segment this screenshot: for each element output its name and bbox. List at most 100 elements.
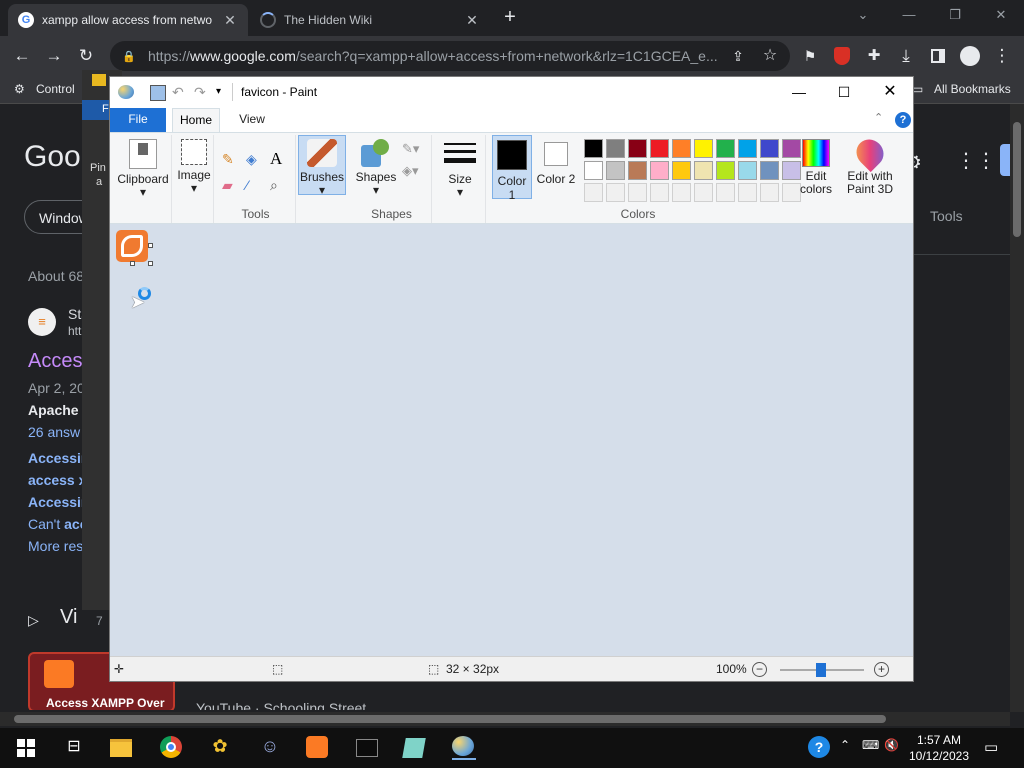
palette-swatch[interactable]: [760, 139, 779, 158]
palette-swatch[interactable]: [672, 139, 691, 158]
all-bookmarks[interactable]: All Bookmarks: [934, 82, 1011, 96]
terminal-icon[interactable]: [356, 736, 380, 760]
image-button[interactable]: Image ▾: [174, 139, 214, 195]
text-icon[interactable]: A: [270, 149, 288, 168]
shield-extension-icon[interactable]: [830, 44, 854, 68]
fill-icon[interactable]: ◈▾: [402, 163, 420, 181]
custom-color-slot[interactable]: [584, 183, 603, 202]
related-link-2[interactable]: access x: [28, 472, 86, 488]
tab-home[interactable]: Home: [172, 108, 220, 132]
tab-google-search[interactable]: G xampp allow access from netwo ✕: [8, 4, 248, 36]
eraser-icon[interactable]: ▰: [222, 177, 240, 195]
palette-swatch[interactable]: [584, 161, 603, 180]
custom-color-slot[interactable]: [606, 183, 625, 202]
app-bee-icon[interactable]: ✿: [208, 736, 232, 760]
file-explorer-icon[interactable]: [110, 736, 134, 760]
clipboard-button[interactable]: Clipboard ▾: [116, 139, 170, 199]
palette-swatch[interactable]: [628, 161, 647, 180]
custom-color-slot[interactable]: [760, 183, 779, 202]
palette-swatch[interactable]: [606, 161, 625, 180]
edit-with-paint3d-button[interactable]: Edit with Paint 3D: [844, 133, 896, 196]
restore-button[interactable]: ❐: [940, 4, 970, 26]
new-tab-button[interactable]: +: [498, 6, 522, 30]
xampp-taskbar-icon[interactable]: [306, 736, 330, 760]
profile-avatar-icon[interactable]: [958, 44, 982, 68]
share-icon[interactable]: ⇪: [726, 44, 750, 68]
page-vertical-scrollbar[interactable]: [1010, 104, 1024, 712]
back-button[interactable]: ←: [10, 44, 34, 68]
paint-taskbar-icon[interactable]: [452, 736, 476, 760]
palette-swatch[interactable]: [694, 139, 713, 158]
image-canvas[interactable]: [116, 230, 148, 262]
outline-icon[interactable]: ✎▾: [402, 141, 420, 159]
system-clock[interactable]: 1:57 AM 10/12/2023: [902, 732, 976, 764]
size-button[interactable]: Size ▾: [438, 139, 482, 199]
close-window-button[interactable]: ✕: [986, 4, 1016, 26]
custom-color-slot[interactable]: [672, 183, 691, 202]
custom-color-slot[interactable]: [716, 183, 735, 202]
edit-colors-button[interactable]: Edit colors: [798, 139, 834, 196]
custom-color-slot[interactable]: [694, 183, 713, 202]
close-tab-icon[interactable]: ✕: [222, 12, 238, 29]
pencil-icon[interactable]: ✎: [222, 151, 240, 169]
network-icon[interactable]: ⌨: [862, 738, 879, 752]
more-results-link[interactable]: More res: [28, 538, 83, 554]
app-character-icon[interactable]: ☺: [258, 736, 282, 760]
palette-swatch[interactable]: [716, 161, 735, 180]
custom-color-slot[interactable]: [738, 183, 757, 202]
answers-link[interactable]: 26 answ: [28, 424, 80, 440]
palette-swatch[interactable]: [650, 139, 669, 158]
paint-close-button[interactable]: ✕: [873, 81, 907, 103]
custom-color-slot[interactable]: [628, 183, 647, 202]
resize-handle-right[interactable]: [148, 243, 153, 248]
undo-icon[interactable]: ↶: [172, 85, 188, 101]
tab-search-icon[interactable]: ⌄: [848, 4, 878, 26]
palette-swatch[interactable]: [584, 139, 603, 158]
palette-swatch[interactable]: [672, 161, 691, 180]
reload-button[interactable]: ↻: [74, 44, 98, 68]
tab-file[interactable]: File: [110, 108, 166, 132]
color2-button[interactable]: Color 2: [536, 135, 576, 199]
palette-swatch[interactable]: [694, 161, 713, 180]
zoom-in-button[interactable]: +: [874, 662, 889, 677]
customize-quick-access-icon[interactable]: ▾: [216, 85, 232, 101]
redo-icon[interactable]: ↷: [194, 85, 210, 101]
palette-swatch[interactable]: [738, 139, 757, 158]
zoom-out-button[interactable]: −: [752, 662, 767, 677]
page-horizontal-scrollbar[interactable]: [0, 712, 1010, 726]
minimize-button[interactable]: —: [894, 4, 924, 26]
download-icon[interactable]: ⤓: [894, 44, 918, 68]
resize-handle-corner[interactable]: [148, 261, 153, 266]
help-icon[interactable]: ?: [895, 112, 911, 128]
related-link-1[interactable]: Accessin: [28, 450, 89, 466]
brushes-button[interactable]: Brushes ▾: [298, 135, 346, 197]
close-tab-icon[interactable]: ✕: [464, 12, 480, 29]
tab-view[interactable]: View: [228, 108, 276, 132]
palette-swatch[interactable]: [628, 139, 647, 158]
sign-in-button[interactable]: [1000, 144, 1010, 176]
canvas-area[interactable]: ➤: [110, 224, 913, 656]
paint-title-bar[interactable]: ↶ ↷ ▾ favicon - Paint — ☐ ✕: [110, 77, 913, 108]
magnifier-icon[interactable]: ⌕: [270, 177, 288, 195]
cant-link[interactable]: Can't acc: [28, 516, 88, 532]
result-title[interactable]: Acces: [28, 350, 82, 373]
chrome-icon[interactable]: [160, 736, 184, 760]
flag-icon[interactable]: ⚑: [798, 44, 822, 68]
side-panel-icon[interactable]: [926, 44, 950, 68]
palette-swatch[interactable]: [606, 139, 625, 158]
color-picker-icon[interactable]: ⁄: [246, 177, 264, 195]
palette-swatch[interactable]: [650, 161, 669, 180]
collapse-ribbon-icon[interactable]: ⌃: [874, 111, 886, 124]
show-hidden-icons[interactable]: ⌃: [840, 738, 850, 752]
paint-app-icon[interactable]: [118, 85, 134, 101]
apps-grid-icon[interactable]: ⋮⋮: [956, 148, 996, 173]
save-icon[interactable]: [150, 85, 166, 101]
menu-kebab-icon[interactable]: ⋮: [990, 44, 1014, 68]
shapes-button[interactable]: Shapes ▾: [354, 139, 398, 197]
notifications-icon[interactable]: ▭: [984, 738, 998, 756]
bookmark-control[interactable]: Control: [36, 82, 75, 96]
volume-muted-icon[interactable]: 🔇: [884, 738, 899, 752]
extensions-puzzle-icon[interactable]: ✚: [862, 44, 886, 68]
tools-button[interactable]: Tools: [930, 208, 963, 224]
help-tray-icon[interactable]: ?: [808, 736, 830, 758]
